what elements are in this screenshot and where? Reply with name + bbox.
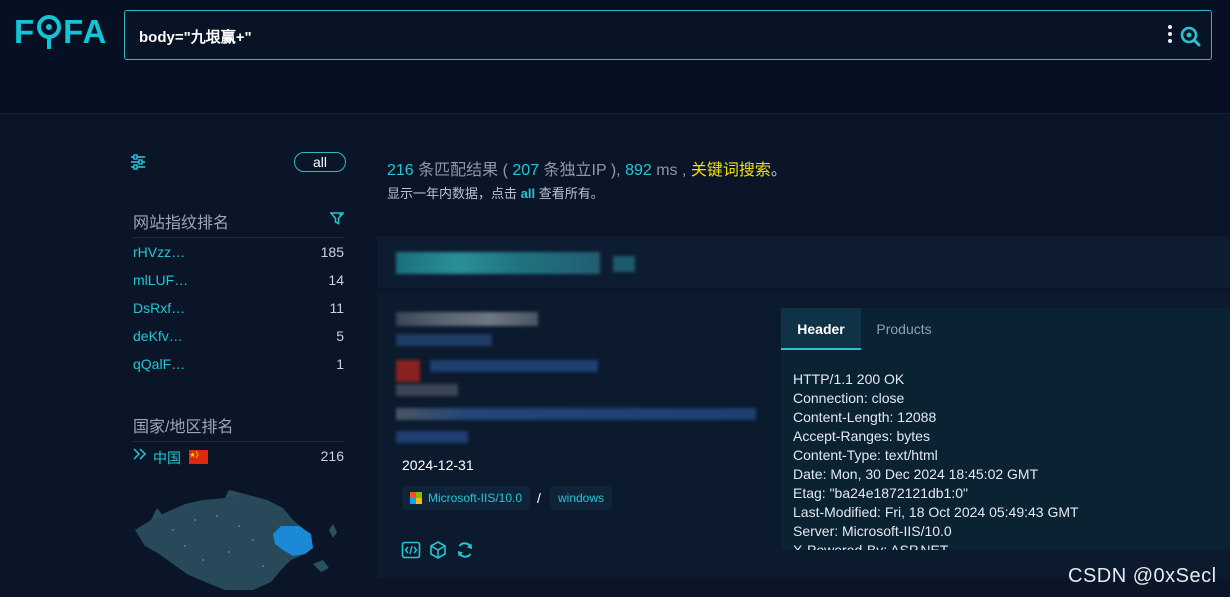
fofa-logo[interactable]: F FA bbox=[14, 12, 107, 52]
fingerprint-rank-item[interactable]: qQalF… 1 bbox=[133, 354, 344, 376]
tab-products[interactable]: Products bbox=[861, 308, 947, 350]
keyword-search-link[interactable]: 关键词搜索 bbox=[691, 162, 771, 179]
fingerprint-rank-title: 网站指纹排名 bbox=[133, 215, 230, 232]
rank-name: qQalF… bbox=[133, 356, 186, 372]
rank-count: 11 bbox=[329, 300, 344, 316]
search-icon[interactable] bbox=[1179, 25, 1201, 47]
query-time: 892 bbox=[625, 162, 652, 179]
result-count-suffix: 条匹配结果 ( bbox=[418, 162, 508, 179]
redacted-extra bbox=[396, 431, 468, 443]
results-summary: 216 条匹配结果 ( 207 条独立IP ), 892 ms , 关键词搜索。 bbox=[387, 156, 787, 180]
tag-separator: / bbox=[537, 490, 541, 506]
logo-letter-f: F bbox=[14, 13, 36, 50]
country-name: 中国 bbox=[153, 450, 181, 466]
note-suffix: 查看所有。 bbox=[538, 186, 604, 201]
ip-count: 207 bbox=[512, 162, 540, 179]
country-count: 216 bbox=[320, 448, 344, 464]
query-time-unit: ms , bbox=[656, 162, 687, 179]
redacted-location bbox=[430, 360, 598, 372]
filter-settings-icon[interactable] bbox=[130, 154, 146, 170]
search-query-text[interactable]: body="九垠赢+" bbox=[139, 26, 252, 47]
double-chevron-right-icon bbox=[133, 446, 147, 465]
code-icon[interactable] bbox=[401, 540, 421, 560]
fingerprint-rank-item[interactable]: deKfv… 5 bbox=[133, 326, 344, 348]
windows-logo-icon bbox=[410, 492, 422, 504]
result-count: 216 bbox=[387, 162, 414, 179]
watermark: CSDN @0xSecl bbox=[1068, 565, 1217, 587]
cube-icon[interactable] bbox=[428, 540, 448, 560]
product-tag-iis[interactable]: Microsoft-IIS/10.0 bbox=[402, 486, 531, 510]
world-map[interactable] bbox=[133, 490, 347, 590]
rank-count: 14 bbox=[328, 272, 344, 288]
logo-pin-icon bbox=[36, 12, 62, 52]
redacted-asn bbox=[396, 384, 458, 396]
show-all-link[interactable]: all bbox=[521, 186, 535, 201]
fingerprint-rank-item[interactable]: rHVzz… 185 bbox=[133, 242, 344, 264]
rank-count: 1 bbox=[336, 356, 344, 372]
redacted-title-part bbox=[613, 256, 635, 272]
more-options-icon[interactable] bbox=[1167, 25, 1173, 45]
refresh-icon[interactable] bbox=[455, 540, 475, 560]
country-rank-item[interactable]: 中国 216 bbox=[133, 446, 344, 468]
divider bbox=[133, 441, 344, 442]
top-bar: F FA body="九垠赢+" bbox=[0, 0, 1230, 114]
country-rank-title: 国家/地区排名 bbox=[133, 419, 234, 436]
search-input[interactable]: body="九垠赢+" bbox=[124, 10, 1212, 60]
tag-label: Microsoft-IIS/10.0 bbox=[428, 491, 523, 505]
redacted-org bbox=[396, 408, 756, 420]
rank-name: deKfv… bbox=[133, 328, 183, 344]
summary-end-punct: 。 bbox=[770, 162, 787, 179]
rank-name: mlLUF… bbox=[133, 272, 189, 288]
redacted-ip bbox=[396, 312, 538, 326]
http-header-text: HTTP/1.1 200 OK Connection: close Conten… bbox=[793, 371, 1079, 550]
redacted-domain bbox=[396, 334, 492, 346]
note-prefix: 显示一年内数据，点击 bbox=[387, 186, 518, 201]
product-tag-windows[interactable]: windows bbox=[550, 486, 613, 510]
ip-count-suffix: 条独立IP ), bbox=[543, 162, 621, 179]
fingerprint-rank-item[interactable]: mlLUF… 14 bbox=[133, 270, 344, 292]
rank-count: 185 bbox=[320, 244, 344, 260]
rank-name: DsRxf… bbox=[133, 300, 186, 316]
fingerprint-rank-item[interactable]: DsRxf… 11 bbox=[133, 298, 344, 320]
result-date: 2024-12-31 bbox=[402, 457, 474, 473]
redacted-title bbox=[396, 252, 600, 274]
divider bbox=[133, 237, 344, 238]
response-panel: Header Products HTTP/1.1 200 OK Connecti… bbox=[781, 308, 1230, 550]
funnel-filter-icon[interactable] bbox=[329, 211, 345, 225]
cn-flag-icon bbox=[189, 450, 208, 467]
tab-header[interactable]: Header bbox=[781, 308, 861, 350]
result-card-header[interactable] bbox=[377, 236, 1230, 288]
all-button[interactable]: all bbox=[294, 152, 346, 172]
logo-letters-fa: FA bbox=[63, 13, 108, 50]
tag-label: windows bbox=[558, 491, 605, 505]
rank-count: 5 bbox=[336, 328, 344, 344]
rank-name: rHVzz… bbox=[133, 244, 186, 260]
time-range-note: 显示一年内数据，点击 all 查看所有。 bbox=[387, 183, 604, 202]
redacted-favicon bbox=[396, 360, 420, 382]
